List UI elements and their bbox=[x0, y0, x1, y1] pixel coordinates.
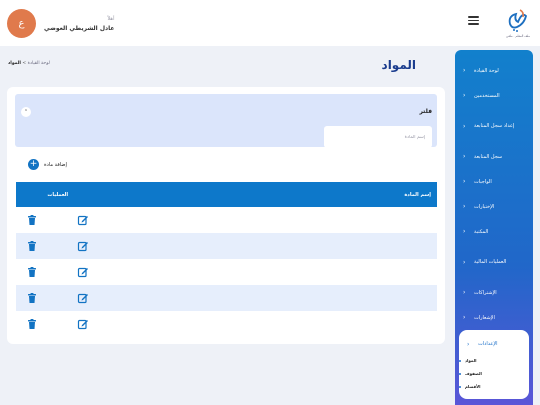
chevron-left-icon: ‹ bbox=[463, 228, 466, 235]
sidebar-item-label: سجل المتابعة bbox=[474, 153, 503, 160]
sidebar-item-label: الواجبات bbox=[474, 178, 492, 185]
sidebar-item-tracking-setup[interactable]: إعداد سجل المتابعة ‹ bbox=[455, 108, 533, 144]
settings-panel: الإعدادات ‹ المواد الصفوف الأقسام bbox=[459, 330, 529, 399]
sidebar-item-homework[interactable]: الواجبات ‹ bbox=[455, 169, 533, 194]
sidebar-item-dashboard[interactable]: لوحة القيادة ‹ bbox=[455, 58, 533, 83]
chevron-down-icon: ‹ bbox=[467, 340, 470, 348]
filter-title: فلتر bbox=[419, 108, 432, 115]
sidebar-subitem-grades[interactable]: الصفوف bbox=[459, 367, 529, 380]
edit-icon[interactable] bbox=[77, 292, 89, 304]
edit-icon[interactable] bbox=[77, 240, 89, 252]
page-title: المواد bbox=[381, 58, 416, 72]
sidebar-subitem-sections[interactable]: الأقسام bbox=[459, 380, 529, 393]
subject-name-filter-input[interactable] bbox=[324, 126, 432, 148]
logo-caption: ملف المعلم · ملفي bbox=[505, 34, 531, 38]
subject-name-cell bbox=[99, 285, 437, 311]
operations-cell bbox=[15, 311, 100, 337]
breadcrumb-separator: > bbox=[22, 61, 27, 66]
operations-cell bbox=[15, 207, 100, 233]
breadcrumb: لوحة القيادة > المواد bbox=[8, 61, 50, 66]
sidebar-subitem-label: المواد bbox=[465, 358, 477, 363]
chevron-up-icon[interactable]: ⌃ bbox=[21, 107, 31, 117]
add-subject-button[interactable]: + إضافة مادة bbox=[28, 159, 67, 170]
sidebar: لوحة القيادة ‹ المستخدمين ‹ إعداد سجل المت… bbox=[455, 50, 533, 405]
chevron-left-icon: ‹ bbox=[463, 258, 466, 266]
sidebar-item-label: لوحة القيادة bbox=[474, 67, 499, 74]
chevron-left-icon: ‹ bbox=[463, 178, 466, 185]
user-menu[interactable]: ع أهلاً عادل الشريطي العوضي bbox=[7, 9, 114, 38]
trash-icon[interactable] bbox=[26, 240, 38, 252]
subjects-table: إسم المادة العمليات bbox=[15, 182, 437, 337]
bullet-icon bbox=[459, 372, 461, 375]
trash-icon[interactable] bbox=[26, 266, 38, 278]
sidebar-item-tracking-log[interactable]: سجل المتابعة ‹ bbox=[455, 144, 533, 169]
chevron-left-icon: ‹ bbox=[463, 314, 466, 321]
sidebar-item-label: الإعدادات bbox=[478, 341, 498, 347]
sidebar-item-label: العمليات المالية bbox=[474, 259, 507, 265]
avatar[interactable]: ع bbox=[7, 9, 36, 38]
table-row bbox=[15, 259, 437, 285]
sidebar-item-subscriptions[interactable]: الإشتراكات ‹ bbox=[455, 280, 533, 305]
sidebar-subitem-label: الصفوف bbox=[465, 371, 482, 376]
sidebar-item-label: إعداد سجل المتابعة bbox=[474, 123, 515, 129]
operations-cell bbox=[15, 233, 100, 259]
subject-name-cell bbox=[99, 311, 437, 337]
sidebar-item-users[interactable]: المستخدمين ‹ bbox=[455, 83, 533, 108]
edit-icon[interactable] bbox=[77, 266, 89, 278]
trash-icon[interactable] bbox=[26, 214, 38, 226]
subject-name-cell bbox=[99, 259, 437, 285]
sidebar-item-notifications[interactable]: الإشعارات ‹ bbox=[455, 305, 533, 330]
chevron-left-icon: ‹ bbox=[463, 289, 466, 296]
sidebar-item-settings[interactable]: الإعدادات ‹ bbox=[459, 334, 529, 354]
trash-icon[interactable] bbox=[26, 318, 38, 330]
bullet-icon bbox=[459, 359, 461, 362]
sidebar-subitem-subjects[interactable]: المواد bbox=[459, 354, 529, 367]
sidebar-item-label: المكتبة bbox=[474, 228, 489, 235]
logo-mark bbox=[508, 9, 527, 32]
table-row bbox=[15, 311, 437, 337]
breadcrumb-current: المواد bbox=[8, 61, 21, 66]
operations-cell bbox=[15, 285, 100, 311]
column-header-subject-name[interactable]: إسم المادة bbox=[99, 182, 437, 207]
hamburger-icon[interactable] bbox=[468, 16, 479, 26]
chevron-left-icon: ‹ bbox=[463, 203, 466, 210]
sidebar-item-finance[interactable]: العمليات المالية ‹ bbox=[455, 244, 533, 280]
breadcrumb-parent[interactable]: لوحة القيادة bbox=[28, 61, 50, 66]
trash-icon[interactable] bbox=[26, 292, 38, 304]
sidebar-item-label: المستخدمين bbox=[474, 92, 500, 99]
sidebar-item-label: الإختبارات bbox=[474, 203, 495, 210]
filter-panel: فلتر ⌃ bbox=[15, 94, 437, 148]
subject-name-cell bbox=[99, 233, 437, 259]
chevron-left-icon: ‹ bbox=[463, 153, 466, 160]
greeting-text: أهلاً bbox=[107, 15, 115, 22]
sidebar-item-label: الإشتراكات bbox=[474, 289, 497, 296]
subject-name-cell bbox=[99, 207, 437, 233]
sidebar-item-label: الإشعارات bbox=[474, 314, 495, 321]
chevron-left-icon: ‹ bbox=[463, 122, 466, 130]
bullet-icon bbox=[459, 385, 461, 388]
sidebar-item-library[interactable]: المكتبة ‹ bbox=[455, 219, 533, 244]
username: عادل الشريطي العوضي bbox=[44, 24, 115, 32]
sidebar-subitem-label: الأقسام bbox=[465, 384, 481, 389]
edit-icon[interactable] bbox=[77, 318, 89, 330]
operations-cell bbox=[15, 259, 100, 285]
plus-circle-icon: + bbox=[28, 159, 39, 170]
table-row bbox=[15, 207, 437, 233]
table-header-row: إسم المادة العمليات bbox=[15, 182, 437, 207]
chevron-left-icon: ‹ bbox=[463, 67, 466, 74]
edit-icon[interactable] bbox=[77, 214, 89, 226]
add-subject-label: إضافة مادة bbox=[44, 161, 67, 168]
content-card: فلتر ⌃ + إضافة مادة إسم المادة العمليات bbox=[7, 87, 445, 344]
sidebar-item-exams[interactable]: الإختبارات ‹ bbox=[455, 194, 533, 219]
table-row bbox=[15, 285, 437, 311]
table-body bbox=[15, 207, 437, 337]
column-header-operations: العمليات bbox=[15, 182, 100, 207]
table-row bbox=[15, 233, 437, 259]
app-logo[interactable]: ملف المعلم · ملفي bbox=[504, 6, 532, 40]
chevron-left-icon: ‹ bbox=[463, 92, 466, 99]
top-header: ملف المعلم · ملفي ع أهلاً عادل الشريطي ا… bbox=[0, 0, 540, 46]
